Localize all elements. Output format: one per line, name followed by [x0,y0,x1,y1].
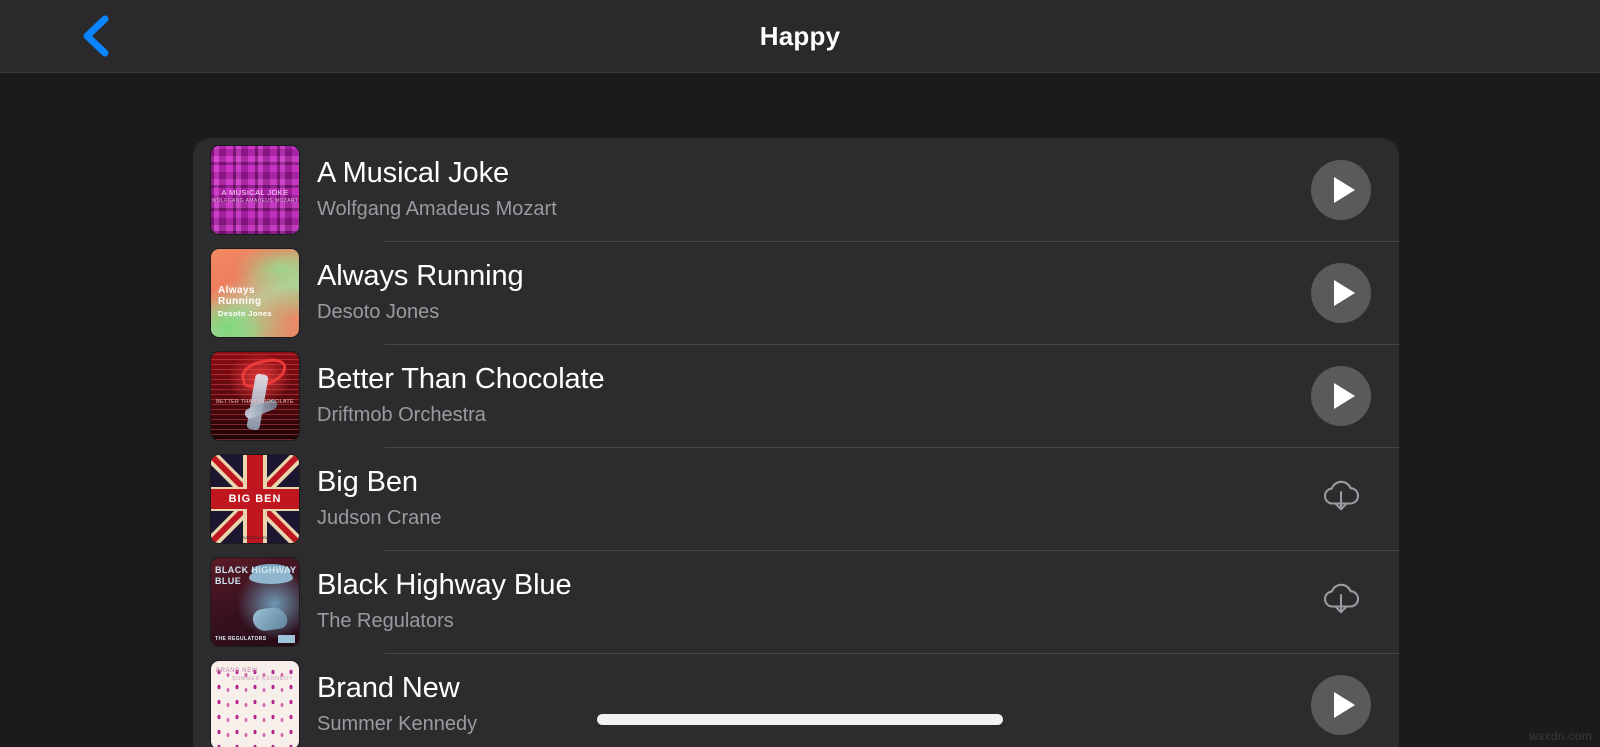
navigation-bar: Happy [0,0,1600,73]
track-artist: The Regulators [317,610,454,633]
track-meta: A Musical Joke Wolfgang Amadeus Mozart [299,157,1309,222]
album-art-title: A MUSICAL JOKE WOLFGANG AMADEUS MOZART [211,187,299,205]
play-icon [1333,382,1355,409]
track-action [1309,262,1373,323]
track-action [1309,674,1373,735]
track-meta: Black Highway Blue The Regulators [299,569,1309,634]
watermark: wsxdn.com [1529,729,1592,743]
track-meta: Big Ben Judson Crane [299,466,1309,531]
track-artist: Driftmob Orchestra [317,404,486,427]
track-row[interactable]: BLACK HIGHWAY BLUE THE REGULATORS Black … [193,550,1399,653]
chevron-left-icon [79,13,113,59]
row-divider [385,447,1399,448]
track-artist: Desoto Jones [317,301,440,324]
track-row[interactable]: BIG BEN BY JUDSON CRANE Big Ben Judson C… [193,447,1399,550]
cloud-download-icon [1319,476,1363,521]
album-art: Always Running Desoto Jones [211,248,299,337]
download-button[interactable] [1311,469,1371,529]
row-divider [385,344,1399,345]
home-indicator[interactable] [597,714,1003,725]
back-button[interactable] [72,12,120,60]
track-row[interactable]: A MUSICAL JOKE WOLFGANG AMADEUS MOZART A… [193,138,1399,241]
track-title: A Musical Joke [317,156,510,189]
track-row[interactable]: BETTER THAN CHOCOLATE Better Than Chocol… [193,344,1399,447]
track-action [1309,572,1373,632]
row-divider [385,550,1399,551]
music-playlist-screen: Happy A MUSICAL JOKE WOLFGANG AMADEUS MO… [0,0,1600,747]
album-art: A MUSICAL JOKE WOLFGANG AMADEUS MOZART [211,145,299,234]
track-title: Better Than Chocolate [317,362,605,395]
track-meta: Better Than Chocolate Driftmob Orchestra [299,363,1309,428]
album-art-title: Always Running Desoto Jones [218,284,272,318]
track-action [1309,469,1373,529]
page-title: Happy [759,20,841,51]
track-action [1309,159,1373,220]
album-art-title: BIG BEN [228,492,282,505]
play-icon [1333,691,1355,718]
track-row[interactable]: Always Running Desoto Jones Always Runni… [193,241,1399,344]
album-art-graphic [251,605,289,632]
track-row[interactable]: BRAND NEW SUMMER KENNEDY Brand New Summe… [193,653,1399,747]
album-art: BIG BEN BY JUDSON CRANE [211,454,299,543]
album-art: BETTER THAN CHOCOLATE [211,351,299,440]
download-button[interactable] [1311,572,1371,632]
play-button[interactable] [1311,365,1371,426]
track-artist: Judson Crane [317,507,442,530]
track-meta: Always Running Desoto Jones [299,260,1309,325]
play-icon [1333,176,1355,203]
play-icon [1333,279,1355,306]
track-meta: Brand New Summer Kennedy [299,672,1309,737]
track-title: Big Ben [317,465,418,498]
content-area: A MUSICAL JOKE WOLFGANG AMADEUS MOZART A… [0,74,1600,747]
album-art-badge [278,634,295,643]
album-art: BRAND NEW SUMMER KENNEDY [211,660,299,747]
row-divider [385,241,1399,242]
track-title: Always Running [317,259,524,292]
play-button[interactable] [1311,674,1371,735]
album-art-title: BETTER THAN CHOCOLATE [216,398,294,405]
track-title: Black Highway Blue [317,568,572,601]
album-art-subtitle: BY JUDSON CRANE [236,534,274,540]
album-art: BLACK HIGHWAY BLUE THE REGULATORS [211,557,299,646]
cloud-download-icon [1319,579,1363,624]
album-art-title: BLACK HIGHWAY BLUE [215,564,297,586]
play-button[interactable] [1311,159,1371,220]
album-art-subtitle: THE REGULATORS [215,635,267,642]
track-list: A MUSICAL JOKE WOLFGANG AMADEUS MOZART A… [193,138,1399,747]
album-art-title: BRAND NEW SUMMER KENNEDY [216,667,293,683]
track-title: Brand New [317,671,460,704]
track-action [1309,365,1373,426]
play-button[interactable] [1311,262,1371,323]
track-artist: Wolfgang Amadeus Mozart [317,198,557,221]
row-divider [385,653,1399,654]
